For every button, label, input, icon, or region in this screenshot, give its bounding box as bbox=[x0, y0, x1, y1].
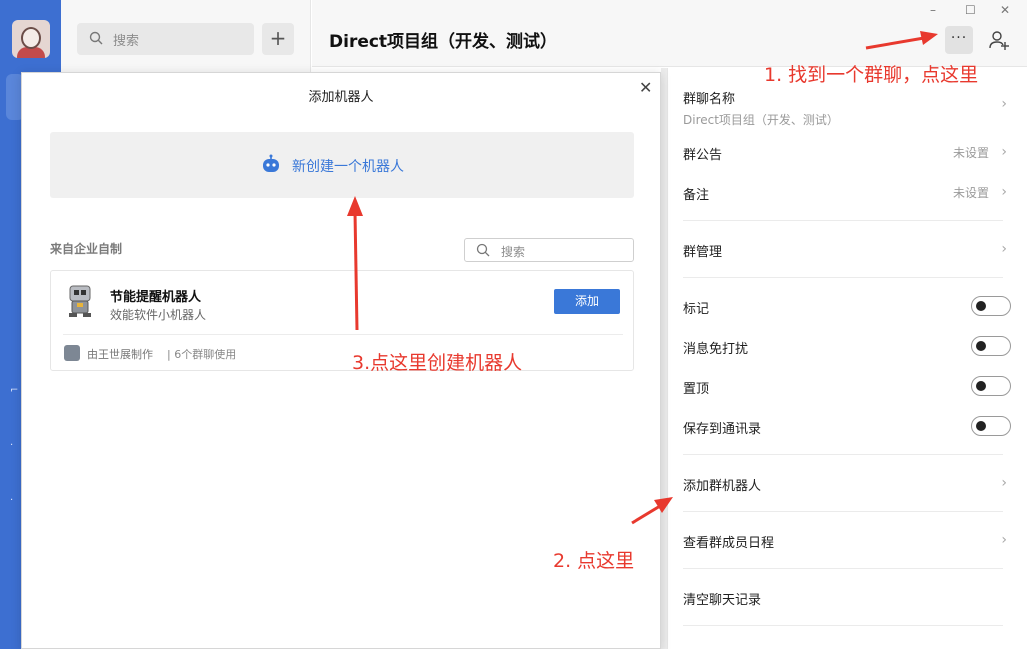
user-avatar[interactable] bbox=[12, 20, 50, 58]
chat-header: Direct项目组（开发、测试） – ☐ ✕ ··· bbox=[312, 0, 1027, 67]
save-contacts-toggle[interactable] bbox=[971, 416, 1011, 436]
remark-row[interactable]: 备注 未设置 › bbox=[683, 184, 1011, 203]
chevron-right-icon: › bbox=[1001, 532, 1007, 548]
plus-icon: + bbox=[269, 26, 287, 50]
robot-maker: 由王世展制作 bbox=[87, 348, 153, 361]
group-name-label: 群聊名称 bbox=[683, 92, 736, 107]
add-group-bot-label: 添加群机器人 bbox=[683, 479, 762, 494]
search-input[interactable]: 搜索 bbox=[77, 23, 254, 55]
announcement-value: 未设置 bbox=[952, 146, 989, 160]
member-schedule-label: 查看群成员日程 bbox=[683, 536, 775, 551]
add-member-icon[interactable] bbox=[987, 28, 1011, 52]
robot-description: 效能软件小机器人 bbox=[110, 308, 207, 322]
mute-row: 消息免打扰 bbox=[683, 338, 1011, 357]
divider bbox=[683, 511, 1003, 512]
more-button[interactable]: ··· bbox=[945, 26, 973, 54]
divider bbox=[683, 568, 1003, 569]
search-placeholder: 搜索 bbox=[113, 34, 140, 49]
robot-search-input[interactable]: 搜索 bbox=[464, 238, 634, 262]
divider bbox=[63, 334, 623, 335]
add-group-bot-row[interactable]: 添加群机器人 › bbox=[683, 475, 1011, 494]
divider bbox=[683, 277, 1003, 278]
robot-avatar bbox=[69, 285, 91, 317]
divider bbox=[683, 625, 1003, 626]
divider bbox=[683, 220, 1003, 221]
conversation-list-header: 搜索 + bbox=[61, 0, 311, 72]
remark-label: 备注 bbox=[683, 188, 710, 203]
group-name-value: Direct项目组（开发、测试） bbox=[683, 113, 839, 127]
chevron-right-icon: › bbox=[1001, 184, 1007, 200]
minimize-button[interactable]: – bbox=[930, 3, 936, 17]
group-name-row[interactable]: 群聊名称 Direct项目组（开发、测试） › bbox=[683, 88, 1011, 128]
divider bbox=[683, 454, 1003, 455]
close-window-button[interactable]: ✕ bbox=[1000, 3, 1010, 17]
pin-label: 置顶 bbox=[683, 382, 710, 397]
pin-toggle[interactable] bbox=[971, 376, 1011, 396]
annotation-step-2: 2. 点这里 bbox=[553, 550, 635, 572]
member-schedule-row[interactable]: 查看群成员日程 › bbox=[683, 532, 1011, 551]
dialog-title: 添加机器人 bbox=[308, 90, 374, 105]
mark-row: 标记 bbox=[683, 298, 1011, 317]
mute-toggle[interactable] bbox=[971, 336, 1011, 356]
group-settings-panel: 群聊名称 Direct项目组（开发、测试） › 群公告 未设置 › 备注 未设置… bbox=[667, 68, 1027, 649]
clear-history-row[interactable]: 清空聊天记录 bbox=[683, 589, 1011, 608]
group-manage-row[interactable]: 群管理 › bbox=[683, 241, 1011, 260]
more-icon: ··· bbox=[950, 30, 968, 46]
chevron-right-icon: › bbox=[1001, 475, 1007, 491]
nav-item-fragment[interactable]: · bbox=[10, 440, 13, 451]
robot-name: 节能提醒机器人 bbox=[110, 290, 202, 305]
announcement-label: 群公告 bbox=[683, 148, 723, 163]
create-robot-label: 新创建一个机器人 bbox=[292, 159, 404, 175]
maximize-button[interactable]: ☐ bbox=[965, 3, 976, 17]
pin-row: 置顶 bbox=[683, 378, 1011, 397]
chat-title: Direct项目组（开发、测试） bbox=[329, 32, 558, 52]
mute-label: 消息免打扰 bbox=[683, 342, 749, 357]
add-robot-button[interactable]: 添加 bbox=[554, 289, 620, 314]
chevron-right-icon: › bbox=[1001, 241, 1007, 257]
robot-usage: | 6个群聊使用 bbox=[167, 348, 237, 361]
search-placeholder: 搜索 bbox=[501, 245, 526, 259]
robot-icon bbox=[263, 154, 279, 172]
group-manage-label: 群管理 bbox=[683, 245, 723, 260]
chevron-right-icon: › bbox=[1001, 144, 1007, 160]
close-icon[interactable]: ✕ bbox=[639, 78, 652, 97]
maker-avatar bbox=[64, 345, 80, 361]
annotation-step-3: 3.点这里创建机器人 bbox=[352, 352, 523, 374]
create-robot-button[interactable]: 新创建一个机器人 bbox=[50, 132, 634, 198]
search-icon bbox=[89, 31, 103, 45]
save-contacts-label: 保存到通讯录 bbox=[683, 422, 762, 437]
mark-label: 标记 bbox=[683, 302, 710, 317]
chevron-right-icon: › bbox=[1001, 96, 1007, 112]
clear-history-label: 清空聊天记录 bbox=[683, 593, 762, 608]
section-label: 来自企业自制 bbox=[50, 242, 123, 256]
robot-card: 节能提醒机器人 效能软件小机器人 添加 由王世展制作 | 6个群聊使用 bbox=[50, 270, 634, 371]
mark-toggle[interactable] bbox=[971, 296, 1011, 316]
plus-button[interactable]: + bbox=[262, 23, 294, 55]
annotation-step-1: 1. 找到一个群聊，点这里 bbox=[764, 64, 979, 86]
announcement-row[interactable]: 群公告 未设置 › bbox=[683, 144, 1011, 163]
nav-item-fragment[interactable]: · bbox=[10, 495, 13, 506]
search-icon bbox=[476, 243, 490, 257]
save-contacts-row: 保存到通讯录 bbox=[683, 418, 1011, 437]
nav-item-fragment[interactable]: ⌐ bbox=[10, 385, 18, 396]
remark-value: 未设置 bbox=[952, 186, 989, 200]
